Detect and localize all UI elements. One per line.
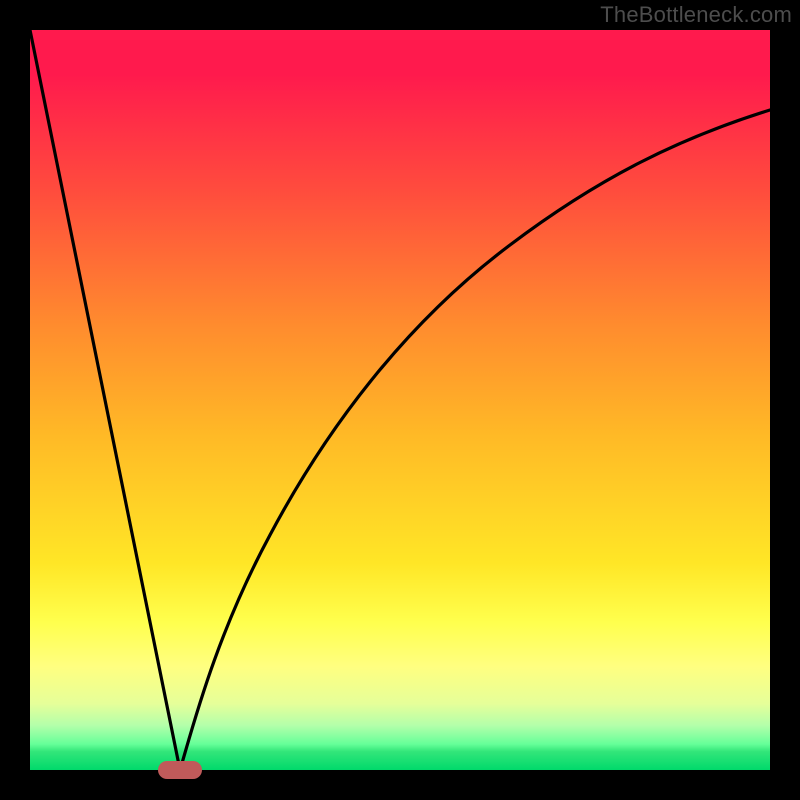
curve-path: [30, 30, 770, 770]
chart-frame: [30, 30, 770, 770]
watermark-text: TheBottleneck.com: [600, 2, 792, 28]
optimal-marker: [158, 761, 202, 779]
bottleneck-curve: [30, 30, 770, 770]
